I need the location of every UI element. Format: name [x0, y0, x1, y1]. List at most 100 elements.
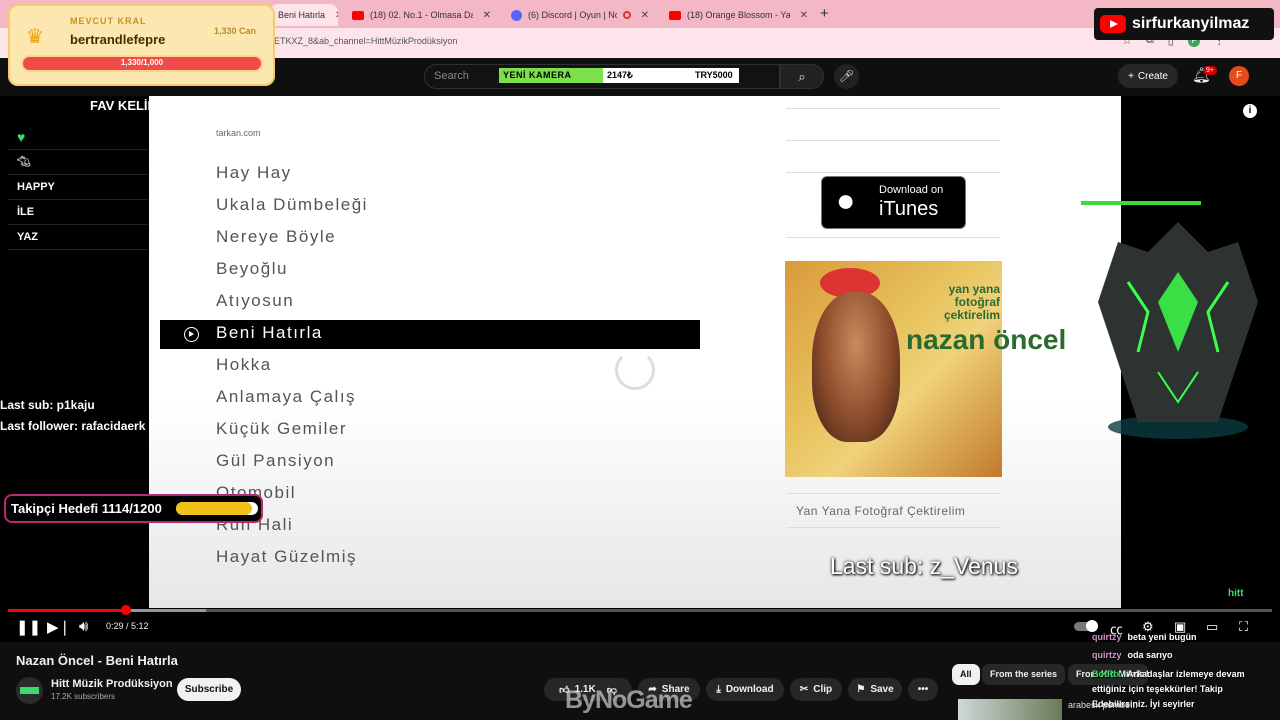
new-tab-icon[interactable]: + — [820, 5, 829, 22]
mouse-icon: 🐀︎ — [17, 156, 31, 168]
streamer-badge: sirfurkanyilmaz — [1094, 8, 1274, 40]
tab-youtube-2[interactable]: (18) 02. No.1 - Olmasa Da Olur ✕ — [344, 4, 499, 26]
heart-icon: ♥ — [17, 129, 26, 145]
channel-name[interactable]: Hitt Müzik Prodüksiyon — [51, 678, 173, 690]
next-icon[interactable]: ▶❘ — [47, 618, 71, 636]
close-tab-icon[interactable]: ✕ — [641, 10, 649, 21]
more-actions-button[interactable]: ••• — [908, 678, 938, 701]
close-tab-icon[interactable]: ✕ — [800, 10, 808, 21]
time-display: 0:29 / 5:12 — [106, 621, 149, 631]
song-item: Beyoğlu — [216, 259, 288, 278]
youtube-logo-icon — [1100, 15, 1126, 33]
channel-watermark: hitt — [1228, 588, 1244, 599]
fav-item: YAZ — [8, 225, 148, 250]
crown-icon: ♛ — [26, 26, 44, 48]
fav-item-heart: ♥ — [8, 125, 148, 150]
follower-goal-bar — [176, 502, 258, 515]
recommendation-thumbnail[interactable] — [958, 699, 1062, 720]
sponsor-watermark: ByNoGame — [565, 686, 693, 714]
album-title: Yan Yana Fotoğraf Çektirelim — [796, 504, 966, 518]
channel-avatar[interactable] — [16, 677, 43, 704]
tab-label: Beni Hatırla — [278, 10, 326, 20]
cover-portrait — [812, 292, 900, 442]
tab-youtube-3[interactable]: (18) Orange Blossom - Ya Sidi ✕ — [661, 4, 816, 26]
voice-search-button[interactable]: 🎤︎ — [834, 64, 859, 89]
pause-icon[interactable]: ❚❚ — [16, 618, 41, 636]
king-health-text: 1,330/1,000 — [120, 58, 164, 67]
search-icon: ⌕ — [798, 69, 806, 84]
bookmark-icon: ⚑ — [856, 684, 866, 695]
apple-icon: ● — [836, 182, 856, 218]
chat-message: quirtzy oda sarıyo — [1092, 650, 1173, 660]
url-text[interactable]: ETKXZ_8&ab_channel=HittMüzikProdüksiyon — [274, 36, 457, 46]
tab-active[interactable]: Beni Hatırla ✕ — [270, 4, 338, 26]
autoplay-toggle[interactable] — [1074, 620, 1098, 632]
recommendation-title[interactable]: arabesk pembe... — [1068, 700, 1138, 710]
fav-words-title: FAV KELİMELER — [90, 98, 194, 113]
chat-user: BotRix — [1092, 669, 1121, 679]
song-item: Atıyosun — [216, 291, 295, 310]
info-icon[interactable]: i — [1243, 104, 1257, 118]
follower-goal-fill — [176, 502, 253, 515]
chat-text: beta yeni bugün — [1127, 632, 1197, 642]
chip-from-series[interactable]: From the series — [982, 664, 1066, 685]
close-tab-icon[interactable]: ✕ — [335, 10, 338, 21]
divider — [786, 493, 1000, 494]
song-item: Anlamaya Çalış — [216, 387, 357, 406]
song-item-active: Beni Hatırla — [216, 323, 323, 342]
tab-label: (18) Orange Blossom - Ya Sidi — [687, 10, 790, 20]
camera-goal-label: YENİ KAMERA — [499, 68, 603, 83]
avatar[interactable]: F — [1229, 66, 1249, 86]
volume-icon[interactable]: 🔊︎ — [79, 618, 88, 635]
search-placeholder: Search — [434, 70, 469, 82]
download-button[interactable]: ⤓ Download — [706, 678, 784, 701]
subscriber-count: 17.2K subscribers — [51, 692, 116, 701]
song-item: Hokka — [216, 355, 272, 374]
subscribe-button[interactable]: Subscribe — [177, 678, 241, 701]
play-circle-icon — [184, 327, 199, 342]
search-button[interactable]: ⌕ — [780, 64, 824, 89]
chat-text: oda sarıyo — [1127, 650, 1173, 660]
create-button[interactable]: + Create — [1118, 64, 1178, 88]
last-follower: Last follower: rafacidaerk — [0, 419, 146, 433]
create-label: Create — [1137, 70, 1168, 82]
fav-item-emoji: 🐀︎ — [8, 150, 148, 175]
discord-icon — [511, 9, 522, 21]
fullscreen-icon[interactable]: ⛶ — [1239, 619, 1248, 635]
last-sub: Last sub: p1kaju — [0, 398, 95, 412]
camera-goal-target: TRY5000 — [695, 70, 733, 80]
notification-badge: 9+ — [1203, 66, 1217, 75]
song-item: Gül Pansiyon — [216, 451, 336, 470]
song-item: Ukala Dümbeleği — [216, 195, 368, 214]
mic-icon: 🎤︎ — [838, 69, 855, 83]
king-user: bertrandlefepre — [70, 32, 166, 47]
song-item: Hay Hay — [216, 163, 292, 182]
song-item: Hayat Güzelmiş — [216, 547, 357, 566]
monster-mascot — [1098, 222, 1258, 439]
close-tab-icon[interactable]: ✕ — [483, 10, 491, 21]
download-icon: ⤓ — [716, 684, 721, 695]
save-button[interactable]: ⚑ Save — [848, 678, 902, 701]
site-name: tarkan.com — [216, 128, 261, 138]
video-title: Nazan Öncel - Beni Hatırla — [16, 653, 178, 668]
progress-scrubber[interactable] — [120, 605, 131, 615]
divider — [786, 172, 1000, 173]
streamer-name: sirfurkanyilmaz — [1132, 15, 1250, 32]
divider — [786, 237, 1000, 238]
fav-item: İLE — [8, 200, 148, 225]
monster-health-bar — [1081, 201, 1201, 205]
clip-button[interactable]: ✂ Clip — [790, 678, 842, 701]
chip-all[interactable]: All — [952, 664, 980, 685]
clip-label: Clip — [813, 684, 833, 695]
theater-icon[interactable]: ▭ — [1206, 619, 1218, 635]
chat-user: quirtzy — [1092, 632, 1122, 642]
follower-goal-text: Takipçi Hedefi 1114/1200 — [11, 501, 162, 516]
king-can: 1,330 Can — [214, 26, 257, 36]
recording-icon — [622, 11, 631, 19]
king-label: MEVCUT KRAL — [70, 16, 147, 26]
tab-discord[interactable]: (6) Discord | Oyun | NovaDi ✕ — [503, 4, 657, 26]
fav-item: HAPPY — [8, 175, 148, 200]
donation-goal-widget: YENİ KAMERA 2147₺ TRY5000 — [499, 68, 739, 83]
download-label: Download — [725, 684, 774, 695]
song-item: Küçük Gemiler — [216, 419, 347, 438]
